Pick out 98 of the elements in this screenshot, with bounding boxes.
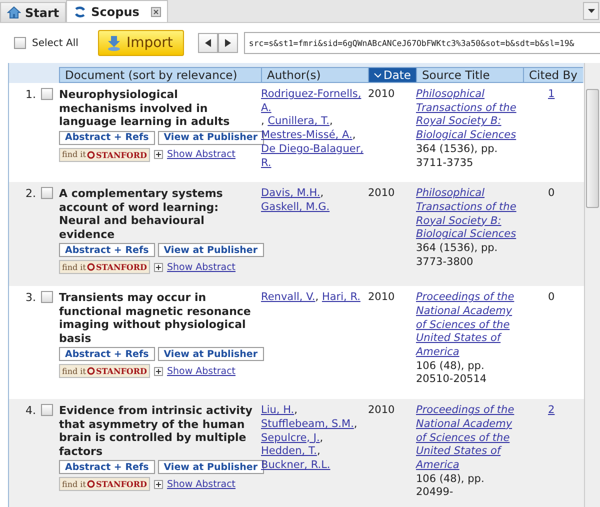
abstract-refs-button[interactable]: Abstract + Refs: [59, 347, 155, 362]
ring-icon: [86, 367, 95, 376]
author-link[interactable]: Davis, M.H.: [261, 187, 320, 201]
source-title-link[interactable]: Proceedings of the National Academy of Sciences of the United States of America: [416, 291, 519, 360]
comma-separator: ,: [294, 404, 298, 418]
dropdown-button[interactable]: [583, 2, 599, 20]
tab[interactable]: Scopus: [66, 0, 168, 22]
ring-icon: [86, 150, 95, 158]
document-title: A complementary systems account of word learning: Neural and behavioural evidence: [59, 187, 224, 242]
source-details: 106 (48), pp. 20510-20514: [416, 360, 488, 388]
find-it-button[interactable]: find it STANFORD: [59, 364, 150, 378]
download-icon: [107, 35, 122, 51]
author-link[interactable]: Hari, R.: [322, 291, 360, 305]
source-title-link[interactable]: Proceedings of the National Academy of Sciences of the United States of America: [416, 404, 519, 473]
source-details: 106 (48), pp. 20499-: [416, 472, 486, 500]
author-link[interactable]: Hedden, T.: [261, 445, 317, 459]
expand-icon[interactable]: [154, 150, 163, 159]
author-link[interactable]: Sepulcre, J.: [261, 432, 320, 446]
find-it-button[interactable]: find it STANFORD: [59, 260, 150, 274]
abstract-refs-button[interactable]: Abstract + Refs: [59, 243, 155, 258]
row-number: 2.: [26, 187, 36, 200]
author-link[interactable]: De Diego-Balaguer, R.: [261, 142, 364, 170]
forward-button[interactable]: [218, 33, 238, 53]
expand-icon[interactable]: [154, 366, 163, 376]
author-link[interactable]: Cunillera, T.: [268, 115, 330, 130]
author-link[interactable]: Rodriguez-Fornells, A.: [261, 88, 364, 116]
comma-separator: ,: [320, 187, 324, 201]
sort-icon: [374, 72, 380, 78]
expand-icon[interactable]: [154, 480, 163, 489]
document-title: Transients may occur in functional magnetic resonance imaging without physiological basis: [59, 291, 252, 346]
row-checkbox[interactable]: [41, 291, 53, 304]
author-link[interactable]: Renvall, V.: [261, 291, 316, 305]
row-number: 3.: [26, 291, 36, 304]
row-checkbox[interactable]: [41, 187, 53, 200]
ring-icon: [86, 480, 95, 488]
select-all-checkbox[interactable]: [14, 37, 26, 49]
close-icon[interactable]: [151, 6, 162, 16]
comma-separator: ,: [352, 129, 356, 143]
date-cell: 2010: [368, 187, 395, 200]
abstract-refs-button[interactable]: Abstract + Refs: [59, 460, 155, 474]
scrollbar[interactable]: [584, 63, 600, 507]
date-cell: 2010: [368, 88, 395, 100]
home-icon: [7, 6, 21, 19]
select-all-label: Select All: [32, 38, 78, 48]
source-title-link[interactable]: Philosophical Transactions of the Royal Society B: Biological Sciences: [416, 187, 519, 242]
cited-by-count: 0: [548, 291, 555, 304]
ring-icon: [86, 263, 95, 272]
show-abstract-link[interactable]: Show Abstract: [166, 366, 236, 377]
author-link[interactable]: Liu, H.: [261, 404, 294, 418]
view-at-publisher-button[interactable]: View at Publisher: [158, 347, 264, 362]
source-details: 364 (1536), pp. 3711-3735: [416, 142, 499, 170]
back-button[interactable]: [198, 33, 218, 53]
source-title-link[interactable]: Philosophical Transactions of the Royal Society B: Biological Sciences: [416, 88, 519, 143]
comma-separator: ,: [320, 432, 324, 446]
source-details: 364 (1536), pp. 3773-3800: [416, 242, 499, 270]
comma-separator: ,: [354, 418, 358, 432]
comma-separator: ,: [316, 445, 320, 459]
author-link[interactable]: Stufflebeam, S.M.: [261, 418, 354, 432]
tab-label: Scopus: [91, 4, 140, 18]
arrow-left-icon: [204, 39, 211, 47]
view-at-publisher-button[interactable]: View at Publisher: [158, 243, 264, 258]
column-header[interactable]: Date: [368, 67, 416, 83]
show-abstract-link[interactable]: Show Abstract: [166, 262, 236, 273]
date-cell: 2010: [368, 291, 395, 304]
scrollbar-thumb[interactable]: [586, 89, 599, 208]
caret-down-icon: [588, 9, 594, 13]
date-cell: 2010: [368, 404, 395, 416]
tab[interactable]: Start: [0, 2, 66, 22]
row-checkbox[interactable]: [41, 404, 53, 416]
cited-by-count: 0: [548, 187, 555, 200]
comma-separator: ,: [261, 115, 264, 130]
refresh-icon: [73, 6, 88, 18]
row-number: 1.: [26, 88, 36, 101]
arrow-right-icon: [224, 39, 231, 47]
find-it-button[interactable]: find it STANFORD: [59, 477, 150, 492]
show-abstract-link[interactable]: Show Abstract: [166, 149, 236, 160]
comma-separator: ,: [329, 115, 333, 130]
cited-by-link[interactable]: 1: [548, 88, 555, 100]
row-number: 4.: [26, 404, 36, 418]
abstract-refs-button[interactable]: Abstract + Refs: [59, 130, 155, 144]
comma-separator: ,: [315, 291, 319, 305]
url-field[interactable]: src=s&st1=fmri&sid=6gQWnABcANCeJ67ObFWKtc3%3a50&sot=b&sdt=b&sl=19&: [244, 32, 600, 54]
find-it-button[interactable]: find it STANFORD: [59, 148, 150, 162]
column-header[interactable]: Cited By: [523, 67, 583, 83]
column-header[interactable]: Source Title: [416, 67, 523, 83]
document-title: Evidence from intrinsic activity that asymmetry of the human brain is controlled by multiple factors: [59, 404, 254, 458]
document-title: Neurophysiological mechanisms involved in language learning in adults: [59, 88, 231, 128]
author-link[interactable]: Buckner, R.L.: [261, 458, 330, 473]
cited-by-link[interactable]: 2: [548, 404, 555, 416]
author-link[interactable]: Gaskell, M.G.: [261, 200, 330, 215]
show-abstract-link[interactable]: Show Abstract: [166, 478, 236, 490]
tab-label: Start: [25, 6, 60, 20]
author-link[interactable]: Mestres-Missé, A.: [261, 129, 352, 143]
column-header[interactable]: Document (sort by relevance): [59, 67, 261, 83]
import-button[interactable]: Import: [98, 30, 184, 56]
expand-icon[interactable]: [154, 262, 163, 272]
column-header[interactable]: Author(s): [261, 67, 368, 83]
row-checkbox[interactable]: [41, 88, 53, 100]
